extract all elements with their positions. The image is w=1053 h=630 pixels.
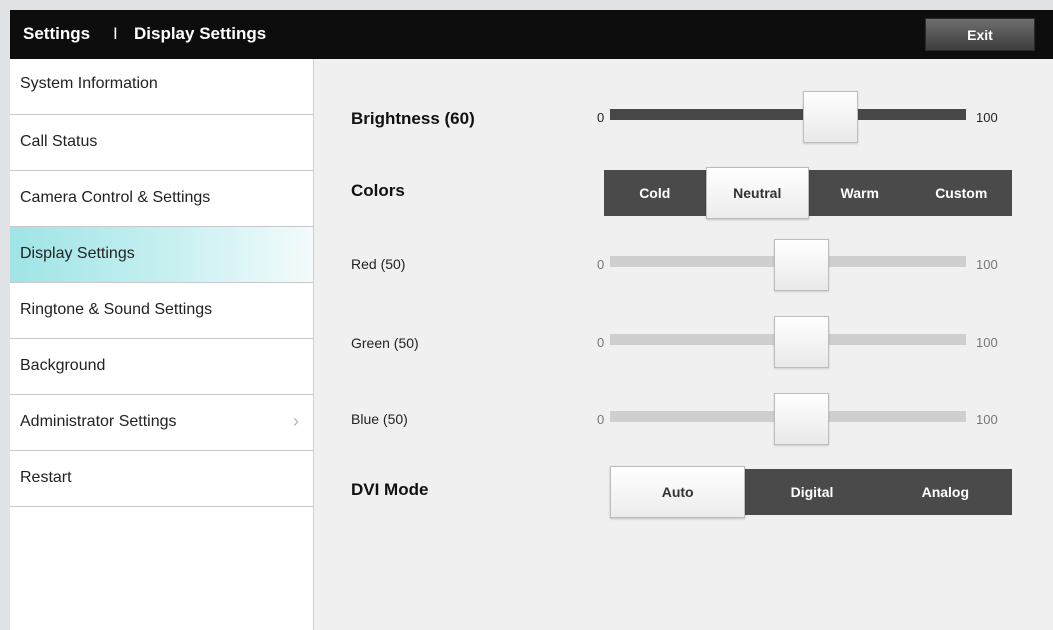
- colors-option-neutral[interactable]: Neutral: [705, 167, 809, 219]
- colors-option-custom[interactable]: Custom: [911, 170, 1013, 216]
- sidebar-item-call-status[interactable]: Call Status: [10, 115, 313, 171]
- sidebar-item-ringtone-sound[interactable]: Ringtone & Sound Settings: [10, 283, 313, 339]
- colors-option-warm[interactable]: Warm: [809, 170, 911, 216]
- settings-window: Settings I Display Settings Exit System …: [10, 10, 1053, 630]
- sidebar-item-system-information[interactable]: System Information: [10, 59, 313, 115]
- green-min: 0: [597, 335, 605, 350]
- sidebar-item-label: Display Settings: [20, 245, 135, 262]
- sidebar-item-label: Administrator Settings: [20, 413, 177, 430]
- dvi-option-auto[interactable]: Auto: [610, 466, 746, 518]
- colors-option-cold[interactable]: Cold: [604, 170, 706, 216]
- dvi-option-digital[interactable]: Digital: [745, 469, 878, 515]
- sidebar-item-label: System Information: [20, 75, 158, 92]
- title-bar: Settings I Display Settings Exit: [10, 10, 1053, 59]
- blue-min: 0: [597, 412, 605, 427]
- sidebar-item-label: Camera Control & Settings: [20, 189, 211, 206]
- brightness-slider-thumb[interactable]: [803, 91, 858, 143]
- sidebar-item-label: Background: [20, 357, 106, 374]
- sidebar-item-camera-control[interactable]: Camera Control & Settings: [10, 171, 313, 227]
- blue-label: Blue (50): [351, 411, 408, 427]
- brightness-max: 100: [976, 110, 998, 125]
- sidebar-item-label: Call Status: [20, 133, 98, 150]
- brightness-label: Brightness (60): [351, 109, 475, 128]
- sidebar-item-label: Ringtone & Sound Settings: [20, 301, 213, 318]
- exit-button[interactable]: Exit: [925, 18, 1035, 51]
- dvi-option-analog[interactable]: Analog: [879, 469, 1012, 515]
- chevron-right-icon: ›: [293, 411, 299, 431]
- dvi-mode-segmented-control: Auto Digital Analog: [610, 466, 1012, 518]
- sidebar-item-display-settings[interactable]: Display Settings: [10, 227, 313, 283]
- blue-slider-thumb[interactable]: [774, 393, 829, 445]
- breadcrumb-separator: I: [113, 24, 118, 43]
- brightness-track[interactable]: [610, 109, 966, 120]
- colors-segmented-control: Cold Neutral Warm Custom: [604, 167, 1013, 219]
- sidebar-item-background[interactable]: Background: [10, 339, 313, 395]
- red-label: Red (50): [351, 256, 406, 272]
- red-min: 0: [597, 257, 605, 272]
- breadcrumb-root[interactable]: Settings: [23, 24, 90, 44]
- blue-max: 100: [976, 412, 998, 427]
- page-title: Display Settings: [134, 24, 267, 43]
- green-max: 100: [976, 335, 998, 350]
- red-max: 100: [976, 257, 998, 272]
- colors-label: Colors: [351, 181, 405, 200]
- brightness-min: 0: [597, 110, 605, 125]
- sidebar-menu: System Information Call Status Camera Co…: [10, 59, 314, 630]
- sidebar-item-administrator-settings[interactable]: Administrator Settings ›: [10, 395, 313, 451]
- display-settings-panel: Brightness (60) 0 100 Colors Cold Neutra…: [314, 59, 1053, 630]
- sidebar-item-restart[interactable]: Restart: [10, 451, 313, 507]
- green-label: Green (50): [351, 335, 419, 351]
- green-slider-thumb[interactable]: [774, 316, 829, 368]
- red-slider-thumb[interactable]: [774, 239, 829, 291]
- dvi-mode-label: DVI Mode: [351, 480, 429, 499]
- sidebar-item-label: Restart: [20, 469, 72, 486]
